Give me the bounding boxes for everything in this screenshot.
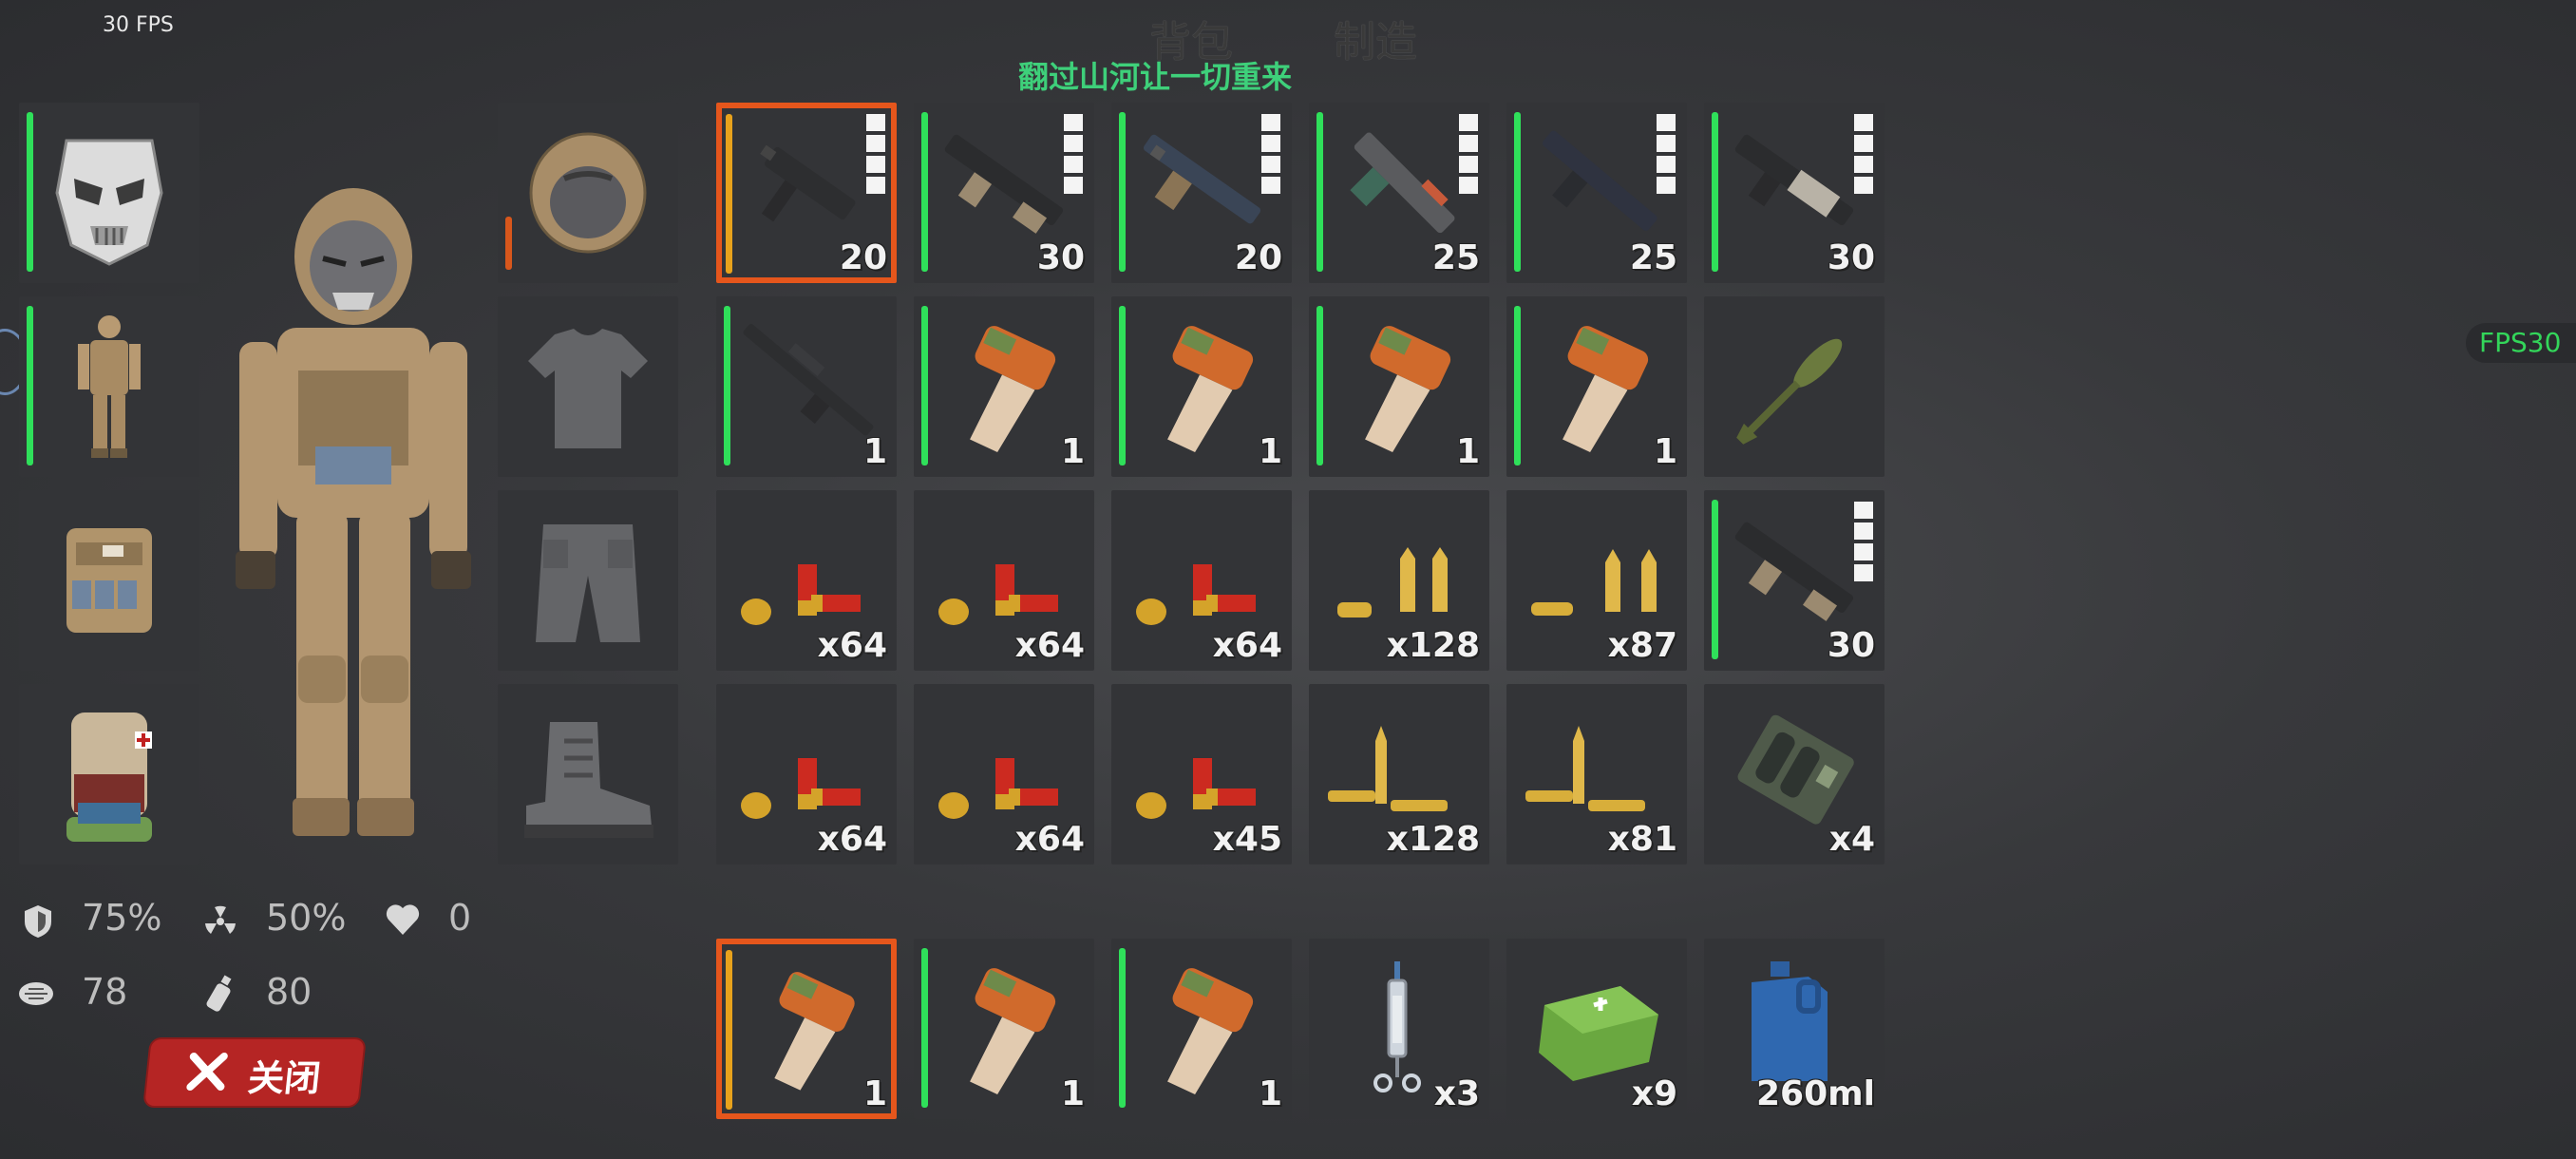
item-quantity: 1 [1258, 1074, 1282, 1113]
hotbar-slot[interactable]: x3 [1309, 939, 1489, 1119]
inventory-slot[interactable]: x64 [716, 490, 897, 671]
item-quantity: x87 [1607, 626, 1677, 665]
inventory-slot[interactable]: 1 [1309, 296, 1489, 477]
inventory-slot[interactable]: x87 [1506, 490, 1687, 671]
item-quantity: x64 [1014, 820, 1085, 859]
inventory-slot[interactable]: x128 [1309, 490, 1489, 671]
armor-suit-icon [78, 315, 141, 458]
shield-icon [25, 905, 51, 938]
inventory-slot[interactable]: x45 [1111, 684, 1292, 864]
item-quantity: x4 [1828, 820, 1875, 859]
hotbar-slot[interactable]: 1 [716, 939, 897, 1119]
player-motto: 翻过山河让一切重来 [1018, 59, 1293, 95]
water-value: 80 [266, 971, 313, 1013]
item-quantity: x128 [1386, 626, 1480, 665]
player-character [236, 188, 471, 836]
equip-slot-suit[interactable] [19, 296, 199, 477]
equip-slot-backpack[interactable] [19, 684, 199, 864]
inventory-slot[interactable]: 25 [1506, 103, 1687, 283]
inventory-slot[interactable]: 30 [1704, 103, 1885, 283]
item-quantity: x64 [817, 820, 887, 859]
item-quantity: x9 [1631, 1074, 1677, 1113]
item-quantity: 1 [1653, 432, 1677, 471]
close-label: 关闭 [246, 1057, 323, 1099]
water-bottle-icon [206, 975, 232, 1012]
tactical-vest-icon [66, 528, 152, 633]
fps-badge: FPS30 [2466, 323, 2576, 363]
inventory-slot[interactable]: 20 [1111, 103, 1292, 283]
helmet-icon [529, 132, 647, 254]
item-quantity: x64 [1014, 626, 1085, 665]
health-value: 0 [448, 897, 472, 939]
item-quantity: 30 [1827, 626, 1875, 665]
item-quantity: 25 [1629, 238, 1677, 277]
item-quantity: 30 [1036, 238, 1085, 277]
item-quantity: 25 [1431, 238, 1480, 277]
skull-mask-icon [55, 139, 163, 266]
hotbar-slot[interactable]: 1 [914, 939, 1094, 1119]
item-quantity: 1 [862, 432, 887, 471]
hotbar-slot[interactable]: 260ml [1704, 939, 1885, 1119]
armor-value: 75% [82, 897, 162, 939]
pants-icon [536, 524, 640, 642]
equip-slot-shirt[interactable] [498, 296, 678, 477]
boot-icon [524, 722, 653, 838]
inventory-slot[interactable]: x64 [914, 490, 1094, 671]
inventory-slot[interactable]: 30 [1704, 490, 1885, 671]
item-quantity: 20 [1234, 238, 1282, 277]
item-quantity: 1 [1060, 1074, 1085, 1113]
item-quantity: 20 [839, 238, 887, 277]
item-quantity: 1 [1455, 432, 1480, 471]
inventory-slot[interactable]: x64 [716, 684, 897, 864]
close-icon [186, 1053, 228, 1091]
item-quantity: 1 [862, 1074, 887, 1113]
close-button[interactable]: 关闭 [144, 1039, 365, 1106]
radiation-value: 50% [266, 897, 347, 939]
item-quantity: 30 [1827, 238, 1875, 277]
tshirt-icon [528, 329, 648, 448]
hotbar-slot[interactable]: 1 [1111, 939, 1292, 1119]
inventory-slot[interactable]: 30 [914, 103, 1094, 283]
equip-slot-pants[interactable] [498, 490, 678, 671]
equip-slot-mask[interactable] [19, 103, 199, 283]
item-quantity: x64 [1212, 626, 1282, 665]
food-icon [19, 982, 53, 1005]
item-quantity: 1 [1060, 432, 1085, 471]
backpack-icon [66, 712, 152, 842]
item-quantity: x128 [1386, 820, 1480, 859]
equip-slot-helmet[interactable] [498, 103, 678, 283]
fps-counter: 30 FPS [103, 13, 174, 37]
item-quantity: 260ml [1756, 1074, 1875, 1113]
inventory-slot[interactable] [1704, 296, 1885, 477]
inventory-slot[interactable]: x64 [1111, 490, 1292, 671]
inventory-slot[interactable]: 20 [716, 103, 897, 283]
item-quantity: 1 [1258, 432, 1282, 471]
radiation-icon [205, 905, 236, 934]
inventory-slot[interactable]: 1 [914, 296, 1094, 477]
inventory-slot[interactable]: x4 [1704, 684, 1885, 864]
rocket-icon [1736, 338, 1843, 445]
item-quantity: x45 [1212, 820, 1282, 859]
equip-slot-vest[interactable] [19, 490, 199, 671]
item-quantity: x64 [817, 626, 887, 665]
inventory-slot[interactable]: 1 [1111, 296, 1292, 477]
equip-slot-boots[interactable] [498, 684, 678, 864]
inventory-slot[interactable]: 1 [716, 296, 897, 477]
food-value: 78 [82, 971, 128, 1013]
item-quantity: x3 [1433, 1074, 1480, 1113]
item-quantity: x81 [1607, 820, 1677, 859]
inventory-slot[interactable]: x64 [914, 684, 1094, 864]
inventory-slot[interactable]: x128 [1309, 684, 1489, 864]
hotbar-slot[interactable]: x9 [1506, 939, 1687, 1119]
inventory-slot[interactable]: 25 [1309, 103, 1489, 283]
heart-icon [386, 904, 420, 935]
tab-crafting[interactable]: 制造 [1334, 8, 1417, 68]
inventory-slot[interactable]: x81 [1506, 684, 1687, 864]
inventory-slot[interactable]: 1 [1506, 296, 1687, 477]
